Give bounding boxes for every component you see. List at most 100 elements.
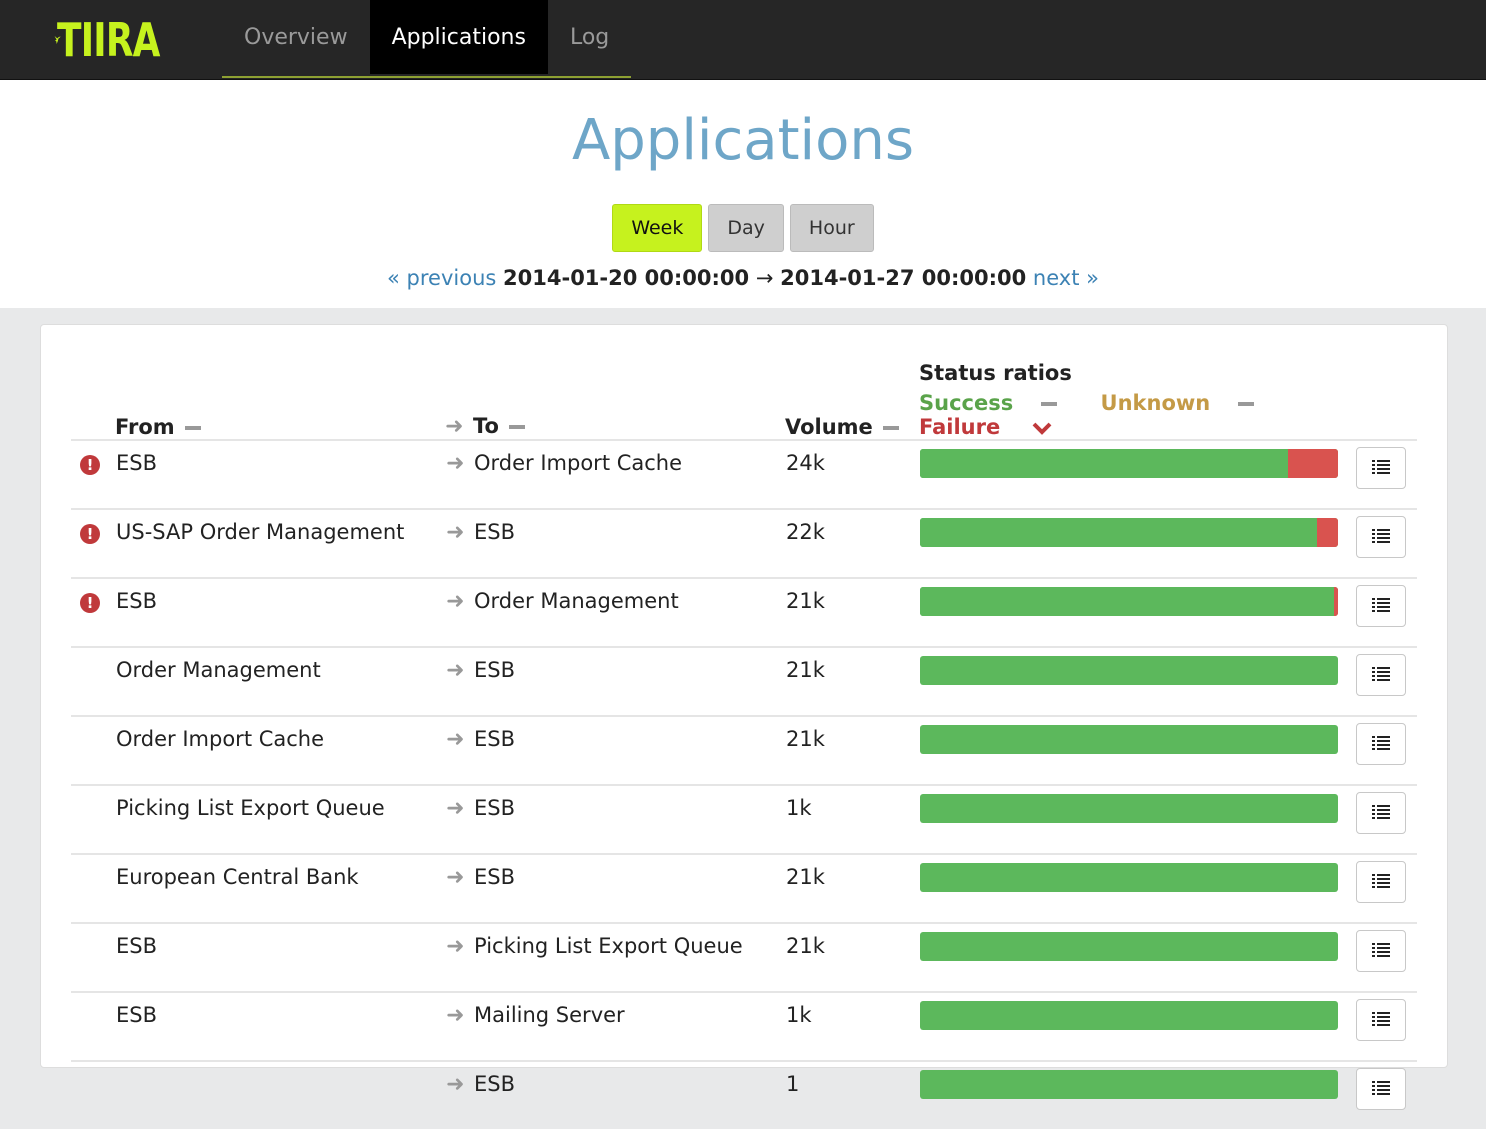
to-column-header[interactable]: ➜ To [445, 361, 785, 440]
list-icon [1372, 943, 1390, 959]
to-cell: ➜ ESB [445, 1060, 785, 1129]
time-range-selector: Week Day Hour [0, 204, 1486, 252]
day-button[interactable]: Day [708, 204, 784, 252]
from-cell: Order Import Cache [115, 715, 445, 785]
status-ratio-bar [920, 932, 1338, 961]
logo[interactable]: TIIRA [54, 8, 189, 72]
list-icon [1372, 598, 1390, 614]
table-row: European Central Bank ➜ ESB 21k [71, 853, 1417, 923]
table-row: ESB ➜ Mailing Server 1k [71, 991, 1417, 1061]
view-details-button[interactable] [1356, 585, 1406, 627]
list-icon [1372, 1081, 1390, 1097]
to-cell: ➜ Order Import Cache [445, 439, 785, 509]
arrow-right-icon: ➜ [446, 1003, 465, 1028]
table-row: Picking List Export Queue ➜ ESB 1k [71, 784, 1417, 854]
status-ratio-bar [920, 725, 1338, 754]
sort-failure[interactable]: Failure [919, 415, 1052, 439]
week-button[interactable]: Week [612, 204, 703, 252]
exclamation-circle-icon: ! [80, 455, 100, 475]
to-cell: ➜ ESB [445, 508, 785, 578]
nav-tab-overview[interactable]: Overview [222, 0, 370, 74]
arrow-right-icon: ➜ [446, 865, 465, 890]
nav-tab-applications[interactable]: Applications [369, 0, 548, 74]
success-segment [920, 794, 1338, 823]
success-segment [920, 932, 1338, 961]
status-ratio-bar [920, 587, 1338, 616]
view-details-button[interactable] [1356, 792, 1406, 834]
status-ratio-bar [920, 863, 1338, 892]
to-label: ESB [474, 658, 516, 682]
previous-link[interactable]: « previous [387, 266, 496, 290]
list-icon [1372, 667, 1390, 683]
volume-cell: 1k [785, 991, 919, 1061]
to-label: Order Import Cache [474, 451, 683, 475]
table-row: ! ESB ➜ Order Management 21k [71, 577, 1417, 647]
success-segment [920, 656, 1338, 685]
view-details-button[interactable] [1356, 1068, 1406, 1110]
to-cell: ➜ ESB [445, 715, 785, 785]
success-segment [920, 725, 1338, 754]
applications-panel: From ➜ To Volume Status ratios Success Un… [40, 324, 1448, 1129]
to-label: ESB [474, 796, 516, 820]
to-header-label: To [473, 414, 499, 438]
table-row: ESB ➜ Picking List Export Queue 21k [71, 922, 1417, 992]
top-navbar: TIIRA Overview Applications Log [0, 0, 1486, 80]
from-cell: US-SAP Order Management [115, 508, 445, 578]
volume-column-header[interactable]: Volume [785, 361, 919, 440]
status-ratio-bar [920, 449, 1338, 478]
nav-tab-log[interactable]: Log [548, 0, 631, 74]
to-cell: ➜ ESB [445, 853, 785, 923]
success-segment [920, 1001, 1338, 1030]
status-ratio-bar [920, 794, 1338, 823]
table-row: ! ESB ➜ Order Import Cache 24k [71, 439, 1417, 509]
volume-cell: 21k [785, 853, 919, 923]
to-cell: ➜ ESB [445, 646, 785, 716]
arrow-right-icon: ➜ [446, 658, 465, 683]
sort-dash-icon [1041, 402, 1058, 406]
status-ratio-bar [920, 1070, 1338, 1099]
from-cell [115, 1060, 445, 1129]
view-details-button[interactable] [1356, 447, 1406, 489]
view-details-button[interactable] [1356, 999, 1406, 1041]
from-cell: Picking List Export Queue [115, 784, 445, 854]
list-icon [1372, 1012, 1390, 1028]
to-cell: ➜ ESB [445, 784, 785, 854]
table-row: ! US-SAP Order Management ➜ ESB 22k [71, 508, 1417, 578]
main-nav: Overview Applications Log [222, 0, 632, 78]
view-details-button[interactable] [1356, 723, 1406, 765]
volume-header-label: Volume [785, 415, 873, 439]
to-cell: ➜ Mailing Server [445, 991, 785, 1061]
status-ratio-bar [920, 518, 1338, 547]
to-label: ESB [474, 727, 516, 751]
failure-segment [1287, 449, 1338, 478]
sort-success[interactable]: Success [919, 391, 1075, 415]
view-details-button[interactable] [1356, 654, 1406, 696]
to-cell: ➜ Order Management [445, 577, 785, 647]
from-column-header[interactable]: From [115, 361, 445, 440]
period-arrow: → [755, 266, 774, 290]
hour-button[interactable]: Hour [789, 204, 874, 252]
sort-dash-icon [882, 426, 899, 430]
from-cell: European Central Bank [115, 853, 445, 923]
from-cell: ESB [115, 439, 445, 509]
view-details-button[interactable] [1356, 516, 1406, 558]
status-ratios-header: Status ratios Success Unknown Failure [919, 361, 1355, 440]
from-header-label: From [115, 415, 175, 439]
arrow-right-icon: ➜ [446, 451, 465, 476]
status-ratio-bar [920, 656, 1338, 685]
view-details-button[interactable] [1356, 930, 1406, 972]
to-label: Picking List Export Queue [474, 934, 743, 958]
next-link[interactable]: next » [1033, 266, 1099, 290]
view-details-button[interactable] [1356, 861, 1406, 903]
volume-cell: 22k [785, 508, 919, 578]
from-cell: ESB [115, 577, 445, 647]
volume-cell: 21k [785, 646, 919, 716]
arrow-right-icon: ➜ [446, 727, 465, 752]
to-label: ESB [474, 520, 516, 544]
volume-cell: 1k [785, 784, 919, 854]
arrow-right-icon: ➜ [445, 414, 464, 439]
to-label: ESB [474, 1072, 516, 1096]
sort-unknown[interactable]: Unknown [1101, 391, 1273, 415]
list-icon [1372, 460, 1390, 476]
chevron-down-icon [1032, 422, 1051, 435]
